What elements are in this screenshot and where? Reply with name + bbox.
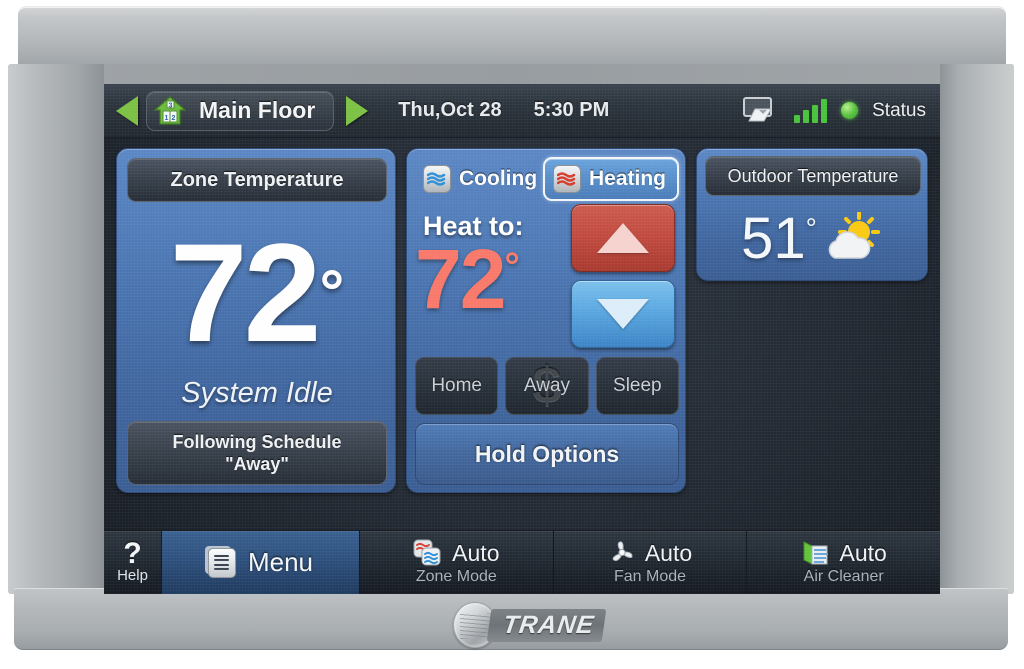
zone-temp-number: 72	[169, 213, 322, 371]
menu-list-icon	[207, 547, 236, 578]
outdoor-temperature-panel: Outdoor Temperature 51°	[696, 148, 928, 281]
decrease-temperature-button[interactable]	[571, 280, 675, 348]
preset-button-group: Home $ Away Sleep	[415, 357, 679, 415]
help-button[interactable]: ? Help	[104, 531, 162, 594]
outdoor-temp-number: 51	[741, 206, 806, 271]
cooling-mode-tab[interactable]: Cooling	[415, 157, 547, 201]
heating-mode-tab[interactable]: Heating	[543, 157, 679, 201]
bezel-top	[18, 6, 1006, 68]
preset-sleep-label: Sleep	[613, 375, 662, 396]
triangle-left-icon	[116, 95, 138, 126]
date-display: Thu,Oct 28	[398, 99, 502, 121]
preset-home-label: Home	[431, 375, 482, 396]
menu-button[interactable]: Menu	[162, 531, 360, 594]
bottom-toolbar: ? Help Menu Auto Zone Mode Auto Fan Mode…	[104, 530, 940, 594]
preset-home-button[interactable]: Home	[415, 357, 499, 415]
air-cleaner-value: Auto	[839, 539, 887, 566]
air-filter-icon	[803, 541, 828, 565]
time-display: 5:30 PM	[533, 99, 610, 121]
heating-label: Heating	[589, 167, 667, 190]
next-zone-button[interactable]	[342, 95, 372, 127]
bezel-left	[8, 64, 104, 594]
trane-logo: TRANE	[453, 602, 607, 648]
mode-toggle-group: Cooling Heating	[415, 157, 679, 201]
zone-selector[interactable]: 3 1 2 Main Floor	[146, 90, 335, 131]
bezel-right	[940, 64, 1014, 594]
previous-zone-button[interactable]	[112, 95, 142, 127]
svg-text:2: 2	[172, 115, 176, 122]
status-bar: 3 1 2 Main Floor Thu,Oct 28 5:30 PM Stat…	[104, 84, 940, 138]
thermostat-screen: 3 1 2 Main Floor Thu,Oct 28 5:30 PM Stat…	[104, 84, 940, 594]
screen-touch-icon[interactable]	[742, 96, 780, 126]
arrow-up-icon	[597, 223, 649, 253]
thermostat-device: TRANE 3 1 2 Main Floor Thu,Oct 28 5:30 P…	[8, 6, 1014, 650]
signal-bars-icon	[794, 98, 828, 123]
fan-mode-label: Fan Mode	[613, 568, 687, 585]
zone-temperature-header: Zone Temperature	[127, 158, 387, 202]
partly-cloudy-sun-icon	[828, 212, 880, 259]
schedule-line-1: Following Schedule	[172, 431, 342, 452]
setpoint-value: 72°	[415, 237, 520, 321]
fan-mode-button[interactable]: Auto Fan Mode	[553, 531, 748, 594]
outdoor-temp-degree: °	[805, 212, 817, 244]
zone-mode-value: Auto	[452, 539, 500, 566]
zone-name: Main Floor	[199, 97, 316, 123]
following-schedule-button[interactable]: Following Schedule "Away"	[127, 421, 387, 485]
question-mark-icon: ?	[123, 537, 142, 570]
svg-text:1: 1	[165, 115, 169, 122]
outdoor-temperature-value: 51°	[741, 210, 817, 268]
preset-sleep-button[interactable]: Sleep	[595, 357, 679, 415]
menu-label: Menu	[247, 547, 314, 577]
green-status-dot-icon	[841, 102, 859, 119]
air-cleaner-label: Air Cleaner	[803, 568, 884, 585]
preset-away-button[interactable]: $ Away	[505, 357, 589, 415]
zone-temperature-panel: Zone Temperature 72 ° System Idle Followi…	[116, 148, 396, 493]
zone-mode-label: Zone Mode	[415, 568, 497, 585]
fan-blade-icon	[612, 541, 633, 561]
heat-wave-icon	[553, 165, 581, 193]
system-status-text: System Idle	[181, 377, 333, 409]
setpoint-degree: °	[504, 246, 520, 288]
trane-wordmark: TRANE	[486, 608, 607, 642]
status-indicators: Status	[742, 96, 926, 126]
zone-mode-icon	[413, 539, 441, 566]
zone-mode-button[interactable]: Auto Zone Mode	[360, 531, 554, 594]
outdoor-temperature-body: 51°	[697, 199, 929, 279]
cool-wave-icon	[423, 165, 451, 193]
outdoor-temperature-header: Outdoor Temperature	[705, 156, 921, 196]
setpoint-control-panel: Cooling Heating Heat to: 72° Home $ Away…	[406, 148, 686, 493]
house-zone-icon: 3 1 2	[153, 95, 187, 125]
schedule-line-2: "Away"	[225, 453, 289, 474]
fan-mode-value: Auto	[644, 539, 693, 566]
cooling-label: Cooling	[459, 167, 538, 190]
arrow-down-icon	[597, 299, 649, 329]
hold-options-button[interactable]: Hold Options	[415, 423, 679, 485]
svg-text:3: 3	[169, 102, 173, 109]
status-label[interactable]: Status	[872, 100, 926, 122]
air-cleaner-button[interactable]: Auto Air Cleaner	[747, 531, 940, 594]
triangle-right-icon	[346, 95, 369, 126]
increase-temperature-button[interactable]	[571, 204, 675, 272]
help-label: Help	[117, 567, 148, 584]
zone-temperature-value: 72 °	[117, 205, 397, 380]
preset-away-label: Away	[523, 375, 571, 396]
setpoint-number: 72	[415, 232, 506, 326]
zone-temp-degree: °	[319, 257, 345, 327]
